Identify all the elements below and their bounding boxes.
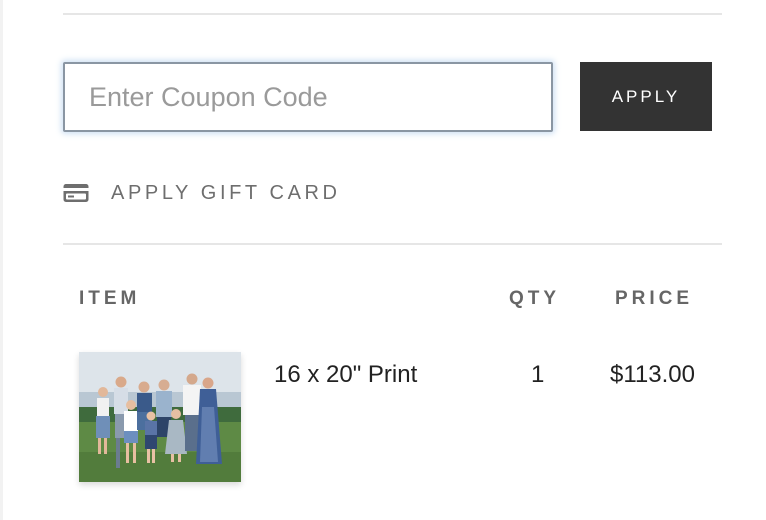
item-quantity: 1 bbox=[531, 361, 545, 388]
column-header-item: ITEM bbox=[79, 288, 141, 309]
column-header-price: PRICE bbox=[615, 288, 694, 309]
family-photo-image bbox=[79, 352, 241, 482]
apply-coupon-button[interactable]: APPLY bbox=[580, 62, 712, 131]
item-price: $113.00 bbox=[610, 361, 695, 388]
item-name: 16 x 20" Print bbox=[274, 361, 418, 388]
coupon-code-input[interactable] bbox=[63, 62, 553, 132]
section-divider bbox=[63, 243, 722, 245]
credit-card-icon bbox=[63, 184, 89, 202]
top-divider bbox=[63, 13, 722, 15]
column-header-qty: QTY bbox=[509, 288, 561, 309]
page-left-edge bbox=[0, 0, 3, 520]
apply-gift-card-link[interactable]: APPLY GIFT CARD bbox=[63, 176, 341, 210]
gift-card-label: APPLY GIFT CARD bbox=[111, 181, 341, 204]
product-thumbnail[interactable] bbox=[79, 352, 241, 482]
